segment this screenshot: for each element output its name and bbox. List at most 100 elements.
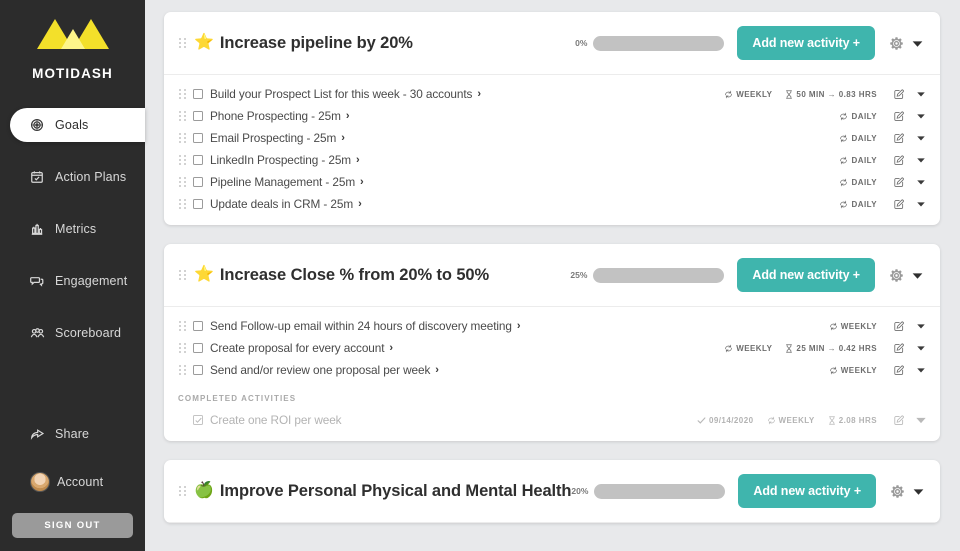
activity-row[interactable]: LinkedIn Prospecting - 25m › DAILY [178,149,928,171]
edit-icon[interactable] [894,198,905,210]
drag-handle-icon[interactable] [178,175,187,189]
share-icon [30,427,48,441]
expand-arrow-icon[interactable]: › [477,88,481,100]
drag-handle-icon[interactable] [178,319,187,333]
edit-icon[interactable] [894,364,905,376]
repeat-icon [840,200,848,208]
chevron-down-icon[interactable] [916,177,926,187]
sidebar-item-metrics[interactable]: Metrics [0,212,145,246]
activity-checkbox[interactable] [193,89,203,99]
chevron-down-icon[interactable] [916,89,926,99]
drag-handle-icon[interactable] [178,153,187,167]
drag-handle[interactable] [178,197,187,212]
expand-arrow-icon[interactable]: › [346,110,350,122]
chevron-down-icon[interactable] [916,415,926,425]
activity-meta: WEEKLY 50 MIN → 0.83 HRS [711,88,928,100]
drag-handle-icon[interactable] [178,341,187,355]
chevron-down-icon[interactable] [912,485,925,498]
drag-handle[interactable] [178,319,187,334]
add-new-activity-button[interactable]: Add new activity + [738,474,877,508]
repeat-icon [725,344,733,352]
drag-handle-icon[interactable] [178,484,187,498]
brand-logo[interactable]: MOTIDASH [0,0,145,81]
activity-checkbox[interactable] [193,365,203,375]
activity-checkbox[interactable] [193,343,203,353]
goal-header: 🍏 Improve Personal Physical and Mental H… [164,460,940,523]
drag-handle-icon[interactable] [178,363,187,377]
chevron-down-icon[interactable] [916,343,926,353]
drag-handle[interactable] [178,175,187,190]
gear-icon[interactable] [889,268,904,283]
drag-handle[interactable] [178,109,187,124]
activity-checkbox[interactable] [193,155,203,165]
activity-row[interactable]: Pipeline Management - 25m › DAILY [178,171,928,193]
activity-row[interactable]: Update deals in CRM - 25m › DAILY [178,193,928,215]
activity-list: Send Follow-up email within 24 hours of … [164,307,940,441]
activity-meta: 09/14/2020 WEEKLY 2.08 HRS [684,414,928,426]
gear-icon[interactable] [890,484,905,499]
activity-checkbox[interactable] [193,133,203,143]
chevron-down-icon[interactable] [916,199,926,209]
expand-arrow-icon[interactable]: › [360,176,364,188]
expand-arrow-icon[interactable]: › [356,154,360,166]
sign-out-button[interactable]: SIGN OUT [12,513,133,538]
activity-row[interactable]: Build your Prospect List for this week -… [178,83,928,105]
edit-icon[interactable] [894,88,905,100]
edit-icon[interactable] [894,132,905,144]
chevron-down-icon[interactable] [911,269,924,282]
drag-handle-icon[interactable] [178,131,187,145]
edit-icon[interactable] [894,342,905,354]
edit-icon[interactable] [894,320,905,332]
drag-handle-icon[interactable] [178,87,187,101]
expand-arrow-icon[interactable]: › [517,320,521,332]
expand-arrow-icon[interactable]: › [358,198,362,210]
sidebar-item-share[interactable]: Share [0,417,145,451]
activity-checkbox[interactable] [193,199,203,209]
drag-handle[interactable] [178,153,187,168]
edit-icon[interactable] [894,176,905,188]
drag-handle-icon[interactable] [178,109,187,123]
activity-checkbox[interactable] [193,111,203,121]
drag-handle-icon[interactable] [178,36,187,50]
drag-handle[interactable] [178,363,187,378]
expand-arrow-icon[interactable]: › [389,342,393,354]
add-new-activity-button[interactable]: Add new activity + [737,258,875,292]
sidebar-item-label: Scoreboard [55,326,122,340]
drag-handle[interactable] [178,131,187,146]
sidebar-item-action-plans[interactable]: Action Plans [0,160,145,194]
chevron-down-icon[interactable] [916,133,926,143]
drag-handle[interactable] [178,341,187,356]
add-new-activity-button[interactable]: Add new activity + [737,26,875,60]
activity-meta: WEEKLY [816,320,928,332]
chevron-down-icon[interactable] [916,111,926,121]
sidebar-item-account[interactable]: Account [0,465,145,499]
edit-icon[interactable] [894,414,905,426]
activity-row[interactable]: Email Prospecting - 25m › DAILY [178,127,928,149]
activity-checkbox[interactable] [193,321,203,331]
activity-row[interactable]: Send Follow-up email within 24 hours of … [178,315,928,337]
chevron-down-icon[interactable] [916,155,926,165]
drag-handle-icon[interactable] [178,197,187,211]
drag-handle-icon[interactable] [178,268,187,282]
app-root: MOTIDASH Goals Action Plans Metrics Enga… [0,0,960,551]
gear-icon[interactable] [889,36,904,51]
expand-arrow-icon[interactable]: › [435,364,439,376]
activity-row[interactable]: Create one ROI per week 09/14/2020 WEEKLY… [178,409,928,431]
chevron-down-icon[interactable] [916,321,926,331]
sidebar-item-goals[interactable]: Goals [10,108,145,142]
sidebar-bottom-nav: Share Account SIGN OUT [0,417,145,551]
activity-checkbox[interactable] [193,177,203,187]
edit-icon[interactable] [894,154,905,166]
edit-icon[interactable] [894,110,905,122]
drag-handle[interactable] [178,87,187,102]
activity-checkbox[interactable] [193,415,203,425]
activity-row[interactable]: Create proposal for every account › WEEKL… [178,337,928,359]
chevron-down-icon[interactable] [916,365,926,375]
chevron-down-icon[interactable] [911,37,924,50]
sidebar-item-scoreboard[interactable]: Scoreboard [0,316,145,350]
activity-row[interactable]: Send and/or review one proposal per week… [178,359,928,381]
sidebar-item-engagement[interactable]: Engagement [0,264,145,298]
activity-row[interactable]: Phone Prospecting - 25m › DAILY [178,105,928,127]
cadence-badge: WEEKLY [767,416,815,425]
expand-arrow-icon[interactable]: › [341,132,345,144]
